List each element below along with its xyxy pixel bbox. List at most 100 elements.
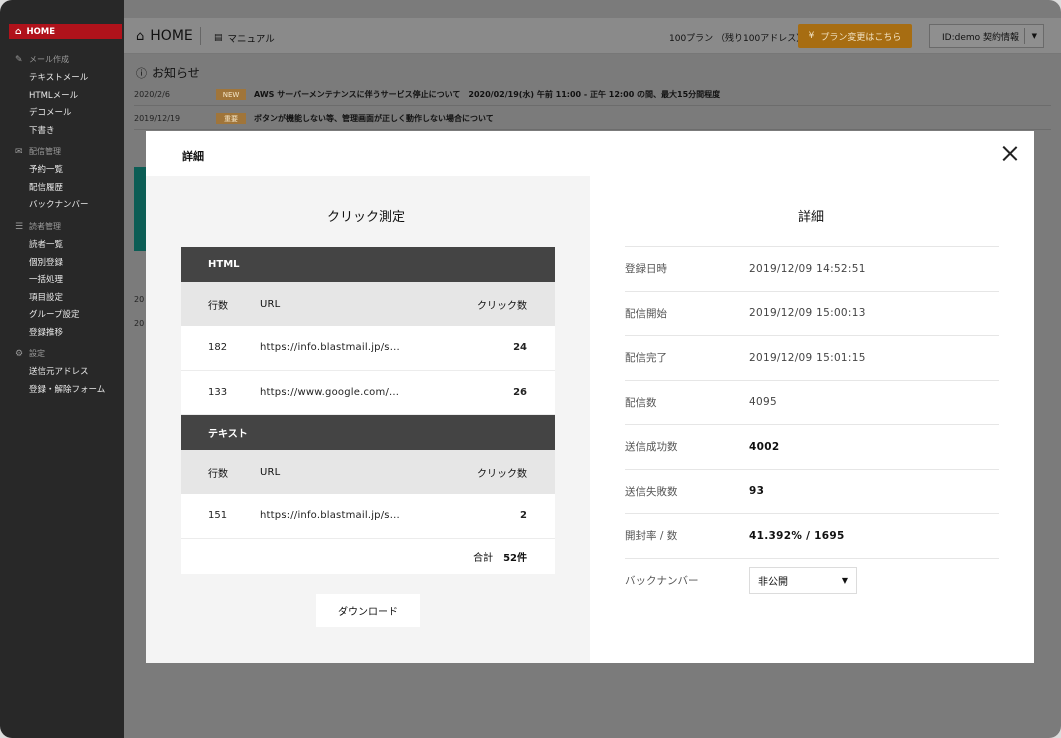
news-title-label: お知らせ (152, 66, 200, 80)
detail-value: 4002 (749, 440, 780, 453)
sidebar-item-trend[interactable]: 登録推移 (29, 326, 63, 338)
news-item[interactable]: 2019/12/19 重要 ボタンが機能しない等、管理画面が正しく動作しない場合… (134, 108, 1051, 130)
cell-url[interactable]: https://info.blastmail.jp/s... (260, 510, 400, 521)
detail-value: 93 (749, 485, 765, 498)
column-header-url: URL (260, 466, 281, 478)
caret-down-icon: ▼ (841, 575, 848, 585)
sidebar-item-register[interactable]: 個別登録 (29, 256, 63, 268)
sidebar-item-html-mail[interactable]: HTMLメール (29, 89, 78, 101)
list-icon: ☰ (15, 221, 24, 232)
modal-title: 詳細 (182, 150, 204, 163)
sidebar-item-reader-list[interactable]: 読者一覧 (29, 238, 63, 250)
detail-label: 配信数 (625, 396, 657, 409)
table-section-text: テキスト (181, 415, 555, 450)
total-value: 52件 (503, 552, 527, 564)
sidebar-section-label: メール作成 (29, 55, 69, 64)
detail-label: バックナンバー (625, 575, 699, 588)
detail-row: 送信成功数 4002 (625, 425, 999, 470)
click-tracking-heading: クリック測定 (327, 210, 406, 225)
download-button[interactable]: ダウンロード (316, 594, 420, 627)
background-text: 20 (134, 295, 145, 304)
detail-label: 送信成功数 (625, 441, 678, 454)
sidebar-item-groups[interactable]: グループ設定 (29, 308, 80, 320)
sidebar-item-drafts[interactable]: 下書き (29, 124, 55, 136)
detail-value: 2019/12/09 14:52:51 (749, 262, 866, 275)
sidebar-home-label: HOME (26, 26, 56, 37)
detail-row: 開封率 / 数 41.392% / 1695 (625, 514, 999, 559)
caret-down-icon: ▼ (1031, 32, 1037, 40)
sidebar-item-deco-mail[interactable]: デコメール (29, 106, 72, 118)
total-label: 合計 (473, 552, 494, 564)
detail-label: 登録日時 (625, 263, 667, 276)
click-table: HTML 行数 URL クリック数 182 https://info.blast… (181, 247, 555, 574)
sidebar-item-text-mail[interactable]: テキストメール (29, 71, 88, 83)
divider (1024, 28, 1025, 44)
sidebar-item-fields[interactable]: 項目設定 (29, 291, 63, 303)
detail-modal: 詳細 クリック測定 HTML 行数 URL クリック数 182 https://… (146, 131, 1034, 663)
app-window: ⌂ HOME ✎ メール作成 テキストメール HTMLメール デコメール 下書き… (0, 0, 1061, 738)
detail-label: 配信完了 (625, 352, 667, 365)
detail-row: 配信開始 2019/12/09 15:00:13 (625, 292, 999, 336)
news-badge: NEW (216, 89, 246, 100)
backnumber-select[interactable]: 非公開 ▼ (749, 566, 857, 594)
change-plan-label: プラン変更はこちら (820, 32, 902, 43)
news-item[interactable]: 2020/2/6 NEW AWS サーバーメンテナンスに伴うサービス停止について… (134, 84, 1051, 106)
sidebar-item-home[interactable]: ⌂ HOME (9, 24, 122, 39)
news-badge: 重要 (216, 113, 246, 124)
cell-clicks: 26 (513, 386, 527, 398)
sidebar-section-compose: ✎ メール作成 (15, 54, 69, 65)
close-icon[interactable] (1002, 145, 1018, 161)
detail-row: 配信数 4095 (625, 381, 999, 425)
sidebar-section-label: 設定 (29, 349, 45, 358)
manual-link[interactable]: ▤ マニュアル (214, 31, 275, 45)
column-header-url: URL (260, 298, 281, 310)
plan-status: 100プラン （残り100アドレス） (669, 34, 806, 44)
account-dropdown[interactable]: ID:demo 契約情報 ▼ (929, 24, 1044, 48)
table-row: 151 https://info.blastmail.jp/s... 2 (181, 494, 555, 539)
cell-url[interactable]: https://info.blastmail.jp/s... (260, 342, 400, 353)
table-header-row: 行数 URL クリック数 (181, 282, 555, 326)
detail-row: 登録日時 2019/12/09 14:52:51 (625, 247, 999, 292)
table-header-row: 行数 URL クリック数 (181, 450, 555, 494)
cell-line: 182 (208, 342, 228, 354)
book-icon: ▤ (214, 33, 223, 43)
table-row: 133 https://www.google.com/... 26 (181, 370, 555, 415)
pencil-icon: ✎ (15, 54, 23, 65)
detail-label: 配信開始 (625, 307, 667, 320)
click-tracking-panel: クリック測定 HTML 行数 URL クリック数 182 https://inf… (146, 176, 590, 663)
sidebar-section-delivery: ✉ 配信管理 (15, 146, 61, 157)
breadcrumb-home[interactable]: ⌂ HOME (136, 28, 193, 44)
sidebar-section-readers: ☰ 読者管理 (15, 221, 61, 232)
gear-icon: ⚙ (15, 348, 24, 359)
detail-value: 2019/12/09 15:01:15 (749, 351, 866, 364)
column-header-clicks: クリック数 (477, 468, 527, 480)
home-icon: ⌂ (15, 26, 22, 37)
sidebar-item-history[interactable]: 配信履歴 (29, 181, 63, 193)
news-date: 2019/12/19 (134, 114, 181, 123)
yen-icon: ¥ (808, 31, 815, 41)
cell-url[interactable]: https://www.google.com/... (260, 387, 399, 398)
detail-value: 41.392% / 1695 (749, 529, 845, 542)
change-plan-button[interactable]: ¥ プラン変更はこちら (798, 24, 912, 48)
top-bar: ⌂ HOME ▤ マニュアル 100プラン （残り100アドレス） ¥ プラン変… (124, 18, 1061, 54)
table-total: 合計 52件 (181, 538, 555, 574)
account-label: ID:demo 契約情報 (942, 32, 1020, 43)
sidebar-item-backnumber[interactable]: バックナンバー (29, 198, 89, 210)
sidebar-item-bulk[interactable]: 一括処理 (29, 273, 63, 285)
column-header-line: 行数 (208, 300, 228, 312)
news-title: ⓘ お知らせ (136, 64, 200, 81)
table-section-html: HTML (181, 247, 555, 282)
detail-panel: 詳細 登録日時 2019/12/09 14:52:51 配信開始 2019/12… (590, 176, 1034, 663)
sidebar-section-settings: ⚙ 設定 (15, 348, 45, 359)
detail-row-backnumber: バックナンバー 非公開 ▼ (625, 559, 999, 604)
manual-label: マニュアル (227, 34, 275, 45)
sidebar-item-forms[interactable]: 登録・解除フォーム (29, 383, 105, 395)
detail-row: 配信完了 2019/12/09 15:01:15 (625, 336, 999, 381)
sidebar-item-sender-address[interactable]: 送信元アドレス (29, 365, 89, 377)
background-text: 20 (134, 319, 145, 328)
sidebar-section-label: 配信管理 (29, 147, 61, 156)
sidebar-item-schedule[interactable]: 予約一覧 (29, 163, 63, 175)
select-value: 非公開 (758, 576, 788, 588)
detail-heading: 詳細 (798, 210, 825, 225)
detail-value: 2019/12/09 15:00:13 (749, 307, 866, 320)
